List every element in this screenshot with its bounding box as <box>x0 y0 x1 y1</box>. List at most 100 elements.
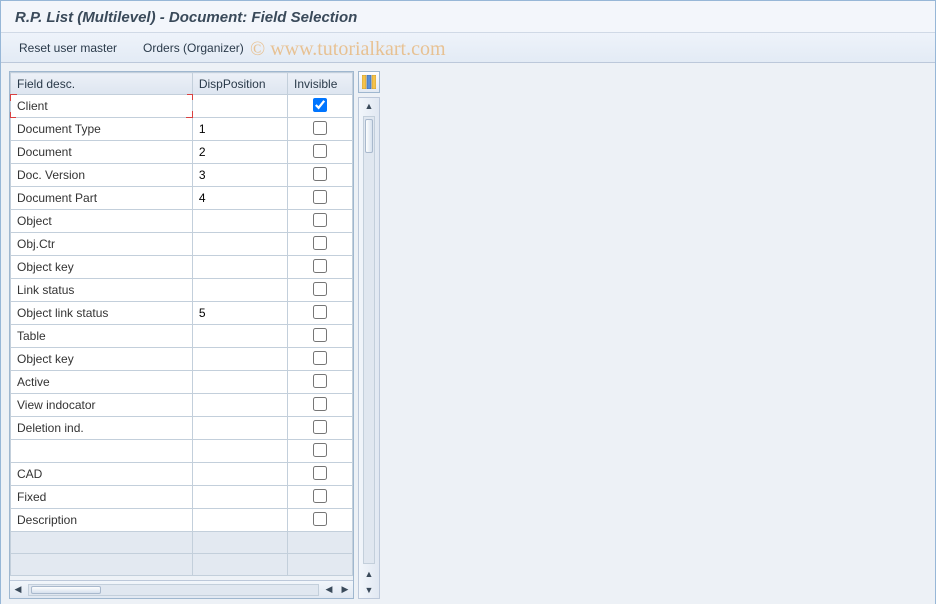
invisible-checkbox[interactable] <box>313 374 327 388</box>
cell-field-desc[interactable]: Client <box>11 95 193 118</box>
cell-disp-position[interactable] <box>192 210 287 233</box>
cell-disp-position[interactable] <box>192 95 287 118</box>
cell-field-desc[interactable]: Document Part <box>11 187 193 210</box>
cell-invisible[interactable] <box>288 440 353 463</box>
invisible-checkbox[interactable] <box>313 98 327 112</box>
cell-disp-position[interactable] <box>192 371 287 394</box>
cell-invisible[interactable] <box>288 118 353 141</box>
cell-disp-position[interactable] <box>192 463 287 486</box>
cell-invisible[interactable] <box>288 486 353 509</box>
invisible-checkbox[interactable] <box>313 259 327 273</box>
table-row[interactable]: View indocator <box>11 394 353 417</box>
invisible-checkbox[interactable] <box>313 466 327 480</box>
table-row[interactable]: Document <box>11 141 353 164</box>
disp-position-input[interactable] <box>199 396 281 414</box>
cell-disp-position[interactable] <box>192 164 287 187</box>
table-row[interactable]: Object link status <box>11 302 353 325</box>
cell-invisible[interactable] <box>288 302 353 325</box>
cell-field-desc[interactable]: Table <box>11 325 193 348</box>
cell-invisible[interactable] <box>288 256 353 279</box>
invisible-checkbox[interactable] <box>313 420 327 434</box>
table-row[interactable]: Description <box>11 509 353 532</box>
cell-field-desc[interactable]: Link status <box>11 279 193 302</box>
cell-disp-position[interactable] <box>192 348 287 371</box>
cell-invisible[interactable] <box>288 394 353 417</box>
orders-organizer-button[interactable]: Orders (Organizer) <box>139 39 248 57</box>
invisible-checkbox[interactable] <box>313 213 327 227</box>
cell-disp-position[interactable] <box>192 509 287 532</box>
scroll-right-icon[interactable]: ◀ <box>321 582 337 598</box>
disp-position-input[interactable] <box>199 235 281 253</box>
disp-position-input[interactable] <box>199 442 281 460</box>
table-row[interactable]: Fixed <box>11 486 353 509</box>
cell-field-desc[interactable] <box>11 440 193 463</box>
cell-field-desc[interactable]: Object link status <box>11 302 193 325</box>
disp-position-input[interactable] <box>199 189 281 207</box>
invisible-checkbox[interactable] <box>313 397 327 411</box>
table-row[interactable]: Deletion ind. <box>11 417 353 440</box>
cell-disp-position[interactable] <box>192 440 287 463</box>
cell-field-desc[interactable]: View indocator <box>11 394 193 417</box>
invisible-checkbox[interactable] <box>313 236 327 250</box>
invisible-checkbox[interactable] <box>313 121 327 135</box>
cell-invisible[interactable] <box>288 325 353 348</box>
invisible-checkbox[interactable] <box>313 351 327 365</box>
vertical-scrollbar[interactable]: ▲ ▲ ▼ <box>358 97 380 599</box>
table-row[interactable]: Link status <box>11 279 353 302</box>
cell-invisible[interactable] <box>288 348 353 371</box>
disp-position-input[interactable] <box>199 258 281 276</box>
cell-invisible[interactable] <box>288 164 353 187</box>
invisible-checkbox[interactable] <box>313 328 327 342</box>
table-row[interactable]: Object key <box>11 348 353 371</box>
cell-field-desc[interactable]: Document Type <box>11 118 193 141</box>
cell-disp-position[interactable] <box>192 279 287 302</box>
table-row[interactable]: Document Part <box>11 187 353 210</box>
cell-disp-position[interactable] <box>192 394 287 417</box>
scroll-down-up-icon[interactable]: ▲ <box>361 566 377 582</box>
hscroll-track[interactable] <box>28 584 319 596</box>
cell-disp-position[interactable] <box>192 417 287 440</box>
disp-position-input[interactable] <box>199 281 281 299</box>
table-row[interactable]: Document Type <box>11 118 353 141</box>
table-row[interactable]: Client <box>11 95 353 118</box>
configure-columns-button[interactable] <box>358 71 380 93</box>
cell-invisible[interactable] <box>288 509 353 532</box>
cell-disp-position[interactable] <box>192 118 287 141</box>
cell-disp-position[interactable] <box>192 302 287 325</box>
cell-invisible[interactable] <box>288 233 353 256</box>
cell-disp-position[interactable] <box>192 256 287 279</box>
disp-position-input[interactable] <box>199 350 281 368</box>
disp-position-input[interactable] <box>199 212 281 230</box>
table-row[interactable]: Active <box>11 371 353 394</box>
col-header-invisible[interactable]: Invisible <box>288 73 353 95</box>
cell-disp-position[interactable] <box>192 187 287 210</box>
cell-field-desc[interactable]: Object key <box>11 256 193 279</box>
table-row[interactable] <box>11 440 353 463</box>
cell-field-desc[interactable]: Deletion ind. <box>11 417 193 440</box>
disp-position-input[interactable] <box>199 465 281 483</box>
disp-position-input[interactable] <box>199 511 281 529</box>
cell-invisible[interactable] <box>288 141 353 164</box>
cell-field-desc[interactable]: Obj.Ctr <box>11 233 193 256</box>
scroll-left-icon[interactable]: ◀ <box>10 582 26 598</box>
cell-field-desc[interactable]: Description <box>11 509 193 532</box>
invisible-checkbox[interactable] <box>313 282 327 296</box>
col-header-disp-position[interactable]: DispPosition <box>192 73 287 95</box>
table-row[interactable]: Table <box>11 325 353 348</box>
table-row[interactable]: Doc. Version <box>11 164 353 187</box>
disp-position-input[interactable] <box>199 488 281 506</box>
cell-field-desc[interactable]: Object key <box>11 348 193 371</box>
reset-user-master-button[interactable]: Reset user master <box>15 39 121 57</box>
cell-field-desc[interactable]: Document <box>11 141 193 164</box>
cell-disp-position[interactable] <box>192 233 287 256</box>
invisible-checkbox[interactable] <box>313 489 327 503</box>
cell-disp-position[interactable] <box>192 325 287 348</box>
cell-invisible[interactable] <box>288 371 353 394</box>
invisible-checkbox[interactable] <box>313 167 327 181</box>
invisible-checkbox[interactable] <box>313 443 327 457</box>
cell-invisible[interactable] <box>288 95 353 118</box>
cell-invisible[interactable] <box>288 187 353 210</box>
cell-field-desc[interactable]: Object <box>11 210 193 233</box>
invisible-checkbox[interactable] <box>313 144 327 158</box>
cell-invisible[interactable] <box>288 210 353 233</box>
